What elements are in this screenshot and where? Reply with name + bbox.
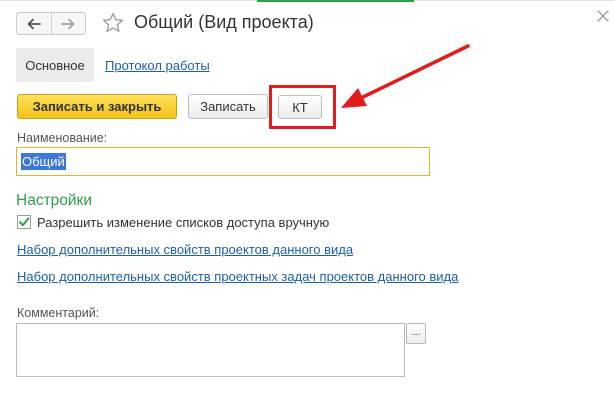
save-button[interactable]: Записать — [188, 94, 268, 119]
history-nav-group — [16, 12, 86, 35]
active-window-tab-indicator — [257, 0, 414, 2]
star-icon[interactable] — [101, 11, 125, 35]
annotation-highlight-box — [269, 85, 336, 129]
arrow-left-icon — [27, 18, 41, 29]
allow-access-change-checkbox[interactable] — [17, 215, 31, 229]
back-button[interactable] — [17, 13, 51, 34]
settings-section-title: Настройки — [16, 192, 93, 209]
ellipsis-icon: ... — [411, 325, 421, 338]
forward-button[interactable] — [50, 13, 86, 34]
tab-work-log[interactable]: Протокол работы — [105, 58, 210, 73]
arrow-right-icon — [61, 18, 75, 29]
name-input[interactable]: Общий — [16, 147, 430, 176]
project-properties-link[interactable]: Набор дополнительных свойств проектов да… — [17, 242, 353, 257]
allow-access-change-label[interactable]: Разрешить изменение списков доступа вруч… — [37, 215, 329, 230]
comment-label: Комментарий: — [17, 306, 100, 320]
task-properties-link[interactable]: Набор дополнительных свойств проектных з… — [17, 269, 458, 284]
checkmark-icon — [18, 217, 30, 227]
annotation-arrow — [341, 44, 470, 108]
save-and-close-button[interactable]: Записать и закрыть — [17, 94, 177, 119]
name-label: Наименование: — [17, 131, 108, 145]
comment-textarea[interactable] — [16, 323, 405, 377]
close-icon[interactable] — [596, 9, 610, 23]
page-title: Общий (Вид проекта) — [134, 12, 314, 32]
comment-ellipsis-button[interactable]: ... — [406, 323, 426, 344]
name-input-selected-text: Общий — [21, 153, 66, 170]
tab-main[interactable]: Основное — [16, 48, 94, 82]
